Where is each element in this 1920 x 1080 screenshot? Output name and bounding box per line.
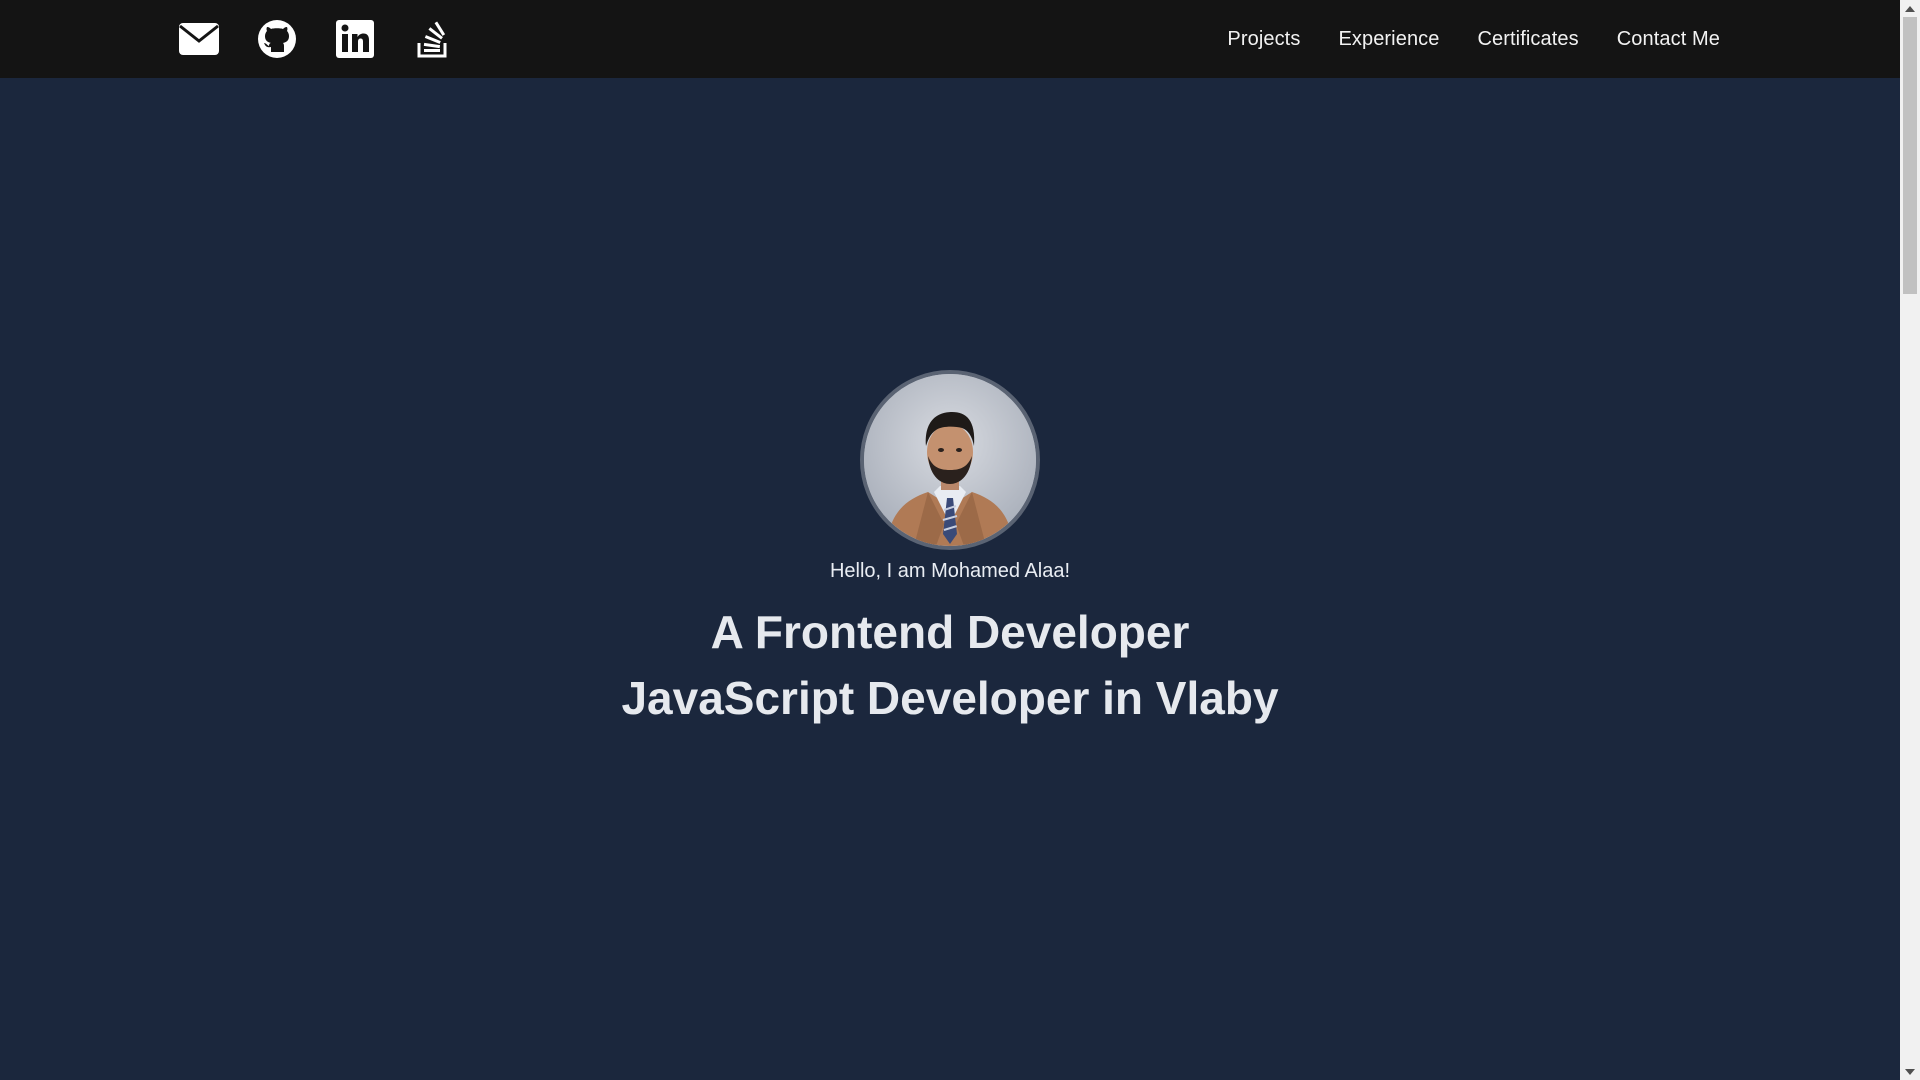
- scroll-down-arrow-icon[interactable]: [1900, 1063, 1920, 1080]
- linkedin-link[interactable]: [334, 18, 376, 60]
- hero-title-line-2: JavaScript Developer in Vlaby: [621, 672, 1279, 724]
- hero-greeting: Hello, I am Mohamed Alaa!: [829, 560, 1071, 582]
- profile-photo: [864, 374, 1036, 546]
- github-icon: [257, 19, 297, 59]
- hero-section: Hello, I am Mohamed Alaa! A Frontend Dev…: [0, 78, 1900, 1080]
- stackoverflow-icon: [416, 19, 450, 59]
- hero-title: A Frontend Developer JavaScript Develope…: [621, 599, 1278, 731]
- nav-links: Projects Experience Certificates Contact…: [1227, 28, 1740, 51]
- hero-title-line-1: A Frontend Developer: [710, 606, 1190, 658]
- avatar: [860, 370, 1040, 550]
- stackoverflow-link[interactable]: [412, 18, 454, 60]
- nav-link-projects[interactable]: Projects: [1227, 28, 1300, 51]
- top-navbar: Projects Experience Certificates Contact…: [0, 0, 1900, 78]
- social-links: [178, 18, 454, 60]
- github-link[interactable]: [256, 18, 298, 60]
- vertical-scrollbar[interactable]: [1900, 0, 1920, 1080]
- nav-link-experience[interactable]: Experience: [1338, 28, 1439, 51]
- nav-link-certificates[interactable]: Certificates: [1478, 28, 1579, 51]
- page: Projects Experience Certificates Contact…: [0, 0, 1920, 1080]
- email-link[interactable]: [178, 18, 220, 60]
- scroll-up-arrow-icon[interactable]: [1900, 0, 1920, 17]
- nav-link-contact-me[interactable]: Contact Me: [1617, 28, 1720, 51]
- envelope-icon: [178, 22, 220, 56]
- scrollbar-thumb[interactable]: [1903, 17, 1917, 294]
- linkedin-icon: [336, 20, 374, 58]
